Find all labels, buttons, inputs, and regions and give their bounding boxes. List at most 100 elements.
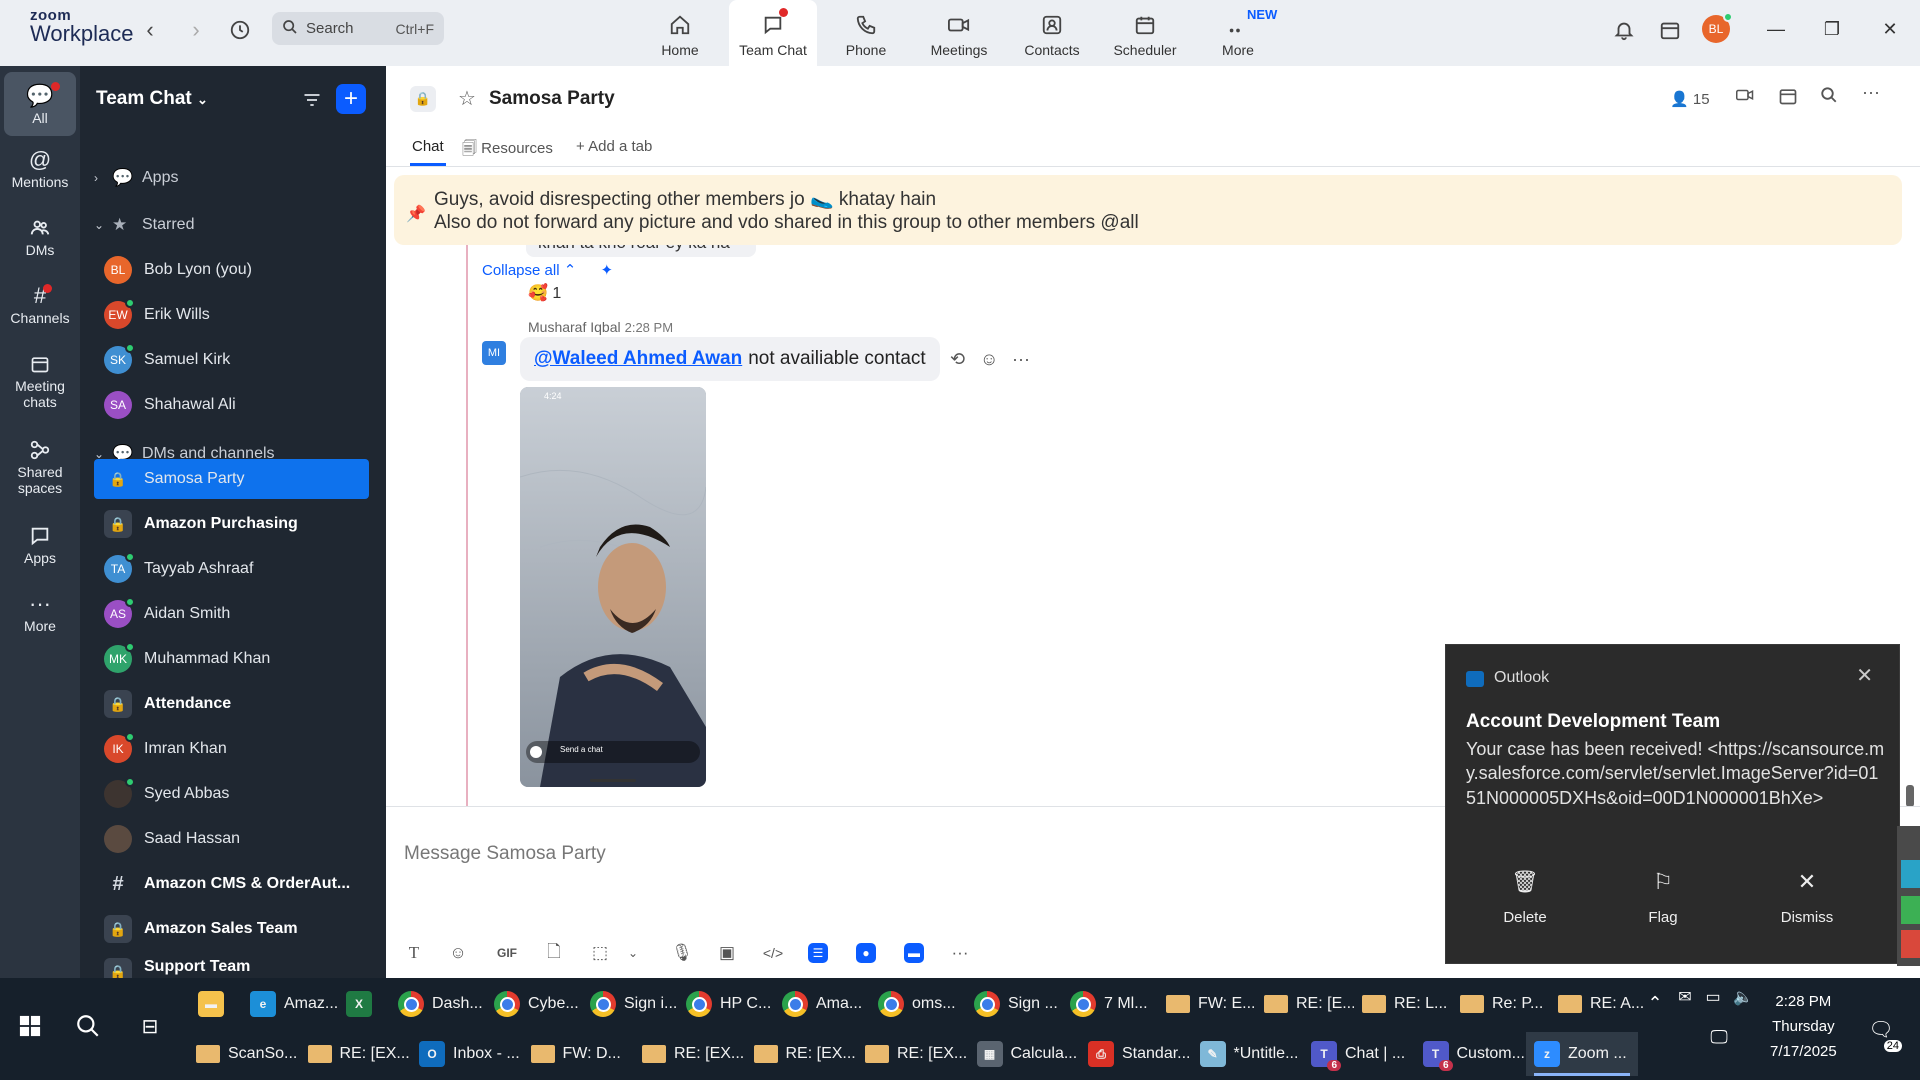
- nav-meetings[interactable]: Meetings: [915, 0, 1003, 66]
- notification-toast[interactable]: Outlook ✕ Account Development Team Your …: [1445, 644, 1900, 964]
- taskbar-app[interactable]: RE: [EX...: [857, 1032, 969, 1076]
- taskbar-app[interactable]: T 6 Custom...: [1415, 1032, 1527, 1076]
- emoji-icon[interactable]: ☺: [448, 941, 468, 965]
- history-icon[interactable]: [224, 14, 256, 46]
- filter-icon[interactable]: [298, 86, 326, 114]
- sidebar-item-samosa-party[interactable]: 🔒 Samosa Party: [94, 459, 369, 499]
- rail-apps[interactable]: Apps: [4, 522, 76, 566]
- section-apps[interactable]: › 💬 Apps: [94, 158, 369, 198]
- format-text-icon[interactable]: T: [404, 941, 424, 965]
- sender-name[interactable]: Musharaf Iqbal: [528, 319, 621, 335]
- restore-button[interactable]: ❐: [1812, 14, 1852, 44]
- nav-scheduler[interactable]: Scheduler: [1101, 0, 1189, 66]
- collapse-all-button[interactable]: Collapse all ⌃ ✦: [482, 261, 613, 279]
- taskbar-app[interactable]: Dash...: [390, 982, 486, 1026]
- taskbar-clock[interactable]: 2:28 PM Thursday 7/17/2025: [1770, 990, 1837, 1064]
- taskbar-app[interactable]: FW: D...: [523, 1032, 635, 1076]
- mention-link[interactable]: @Waleed Ahmed Awan: [534, 348, 742, 369]
- tab-resources[interactable]: 🗐 Resources: [462, 138, 553, 163]
- taskbar-app[interactable]: ▦ Calcula...: [969, 1032, 1081, 1076]
- rail-more[interactable]: ··· More: [4, 590, 76, 634]
- battery-icon[interactable]: ▭: [1702, 984, 1724, 1010]
- sidebar-title[interactable]: Team Chat ⌄: [96, 88, 208, 110]
- rail-dms[interactable]: DMs: [4, 214, 76, 258]
- search-bar[interactable]: Search Ctrl+F: [272, 12, 444, 45]
- message-input[interactable]: [404, 839, 1304, 869]
- volume-icon[interactable]: 🔈: [1730, 984, 1756, 1010]
- sidebar-item-attendance[interactable]: 🔒 Attendance: [94, 684, 369, 724]
- more-icon[interactable]: ···: [948, 941, 972, 965]
- reply-icon[interactable]: ⟲: [950, 349, 965, 370]
- close-icon[interactable]: ✕: [1856, 663, 1873, 688]
- back-arrow-icon[interactable]: ‹: [134, 14, 166, 46]
- rail-shared-spaces[interactable]: Shared spaces: [4, 436, 76, 496]
- emoji-react-icon[interactable]: ☺: [980, 349, 998, 370]
- tab-add[interactable]: + Add a tab: [576, 138, 652, 155]
- taskbar-app[interactable]: e Amaz...: [242, 982, 338, 1026]
- taskbar-app[interactable]: HP C...: [678, 982, 774, 1026]
- mail-tray-icon[interactable]: ✉: [1674, 984, 1696, 1010]
- rail-all[interactable]: 💬 All: [4, 72, 76, 136]
- search-icon[interactable]: [1820, 86, 1838, 109]
- pinned-message[interactable]: 📌 Guys, avoid disrespecting other member…: [394, 175, 1902, 245]
- rail-mentions[interactable]: @ Mentions: [4, 146, 76, 190]
- sidebar-item-muhammad-khan[interactable]: MK Muhammad Khan: [94, 639, 369, 679]
- sidebar-item-aidan-smith[interactable]: AS Aidan Smith: [94, 594, 369, 634]
- app-icon-1[interactable]: ☰: [808, 943, 828, 963]
- more-options-icon[interactable]: ···: [1862, 82, 1880, 103]
- taskbar-app[interactable]: z Zoom ...: [1526, 1032, 1638, 1076]
- task-view-icon[interactable]: ⊟: [132, 1008, 168, 1044]
- delete-button[interactable]: 🗑 Delete: [1470, 869, 1580, 926]
- nav-contacts[interactable]: Contacts: [1008, 0, 1096, 66]
- file-icon[interactable]: 🗋: [544, 941, 564, 965]
- schedule-icon[interactable]: [1778, 86, 1798, 111]
- sidebar-item-saad-hassan[interactable]: Saad Hassan: [94, 819, 369, 859]
- nav-phone[interactable]: Phone: [822, 0, 910, 66]
- sidebar-item-shahawal-ali[interactable]: SA Shahawal Ali: [94, 385, 369, 425]
- sidebar-item-tayyab-ashraaf[interactable]: TA Tayyab Ashraaf: [94, 549, 369, 589]
- user-avatar[interactable]: BL: [1702, 12, 1733, 43]
- taskbar-app[interactable]: RE: [EX...: [746, 1032, 858, 1076]
- taskbar-app[interactable]: 7 Ml...: [1062, 982, 1158, 1026]
- tab-chat[interactable]: Chat: [412, 138, 444, 155]
- taskbar-app[interactable]: RE: [E...: [1256, 982, 1354, 1026]
- calendar-shortcut-icon[interactable]: [1654, 14, 1686, 46]
- taskbar-app[interactable]: RE: A...: [1550, 982, 1648, 1026]
- rail-meeting-chats[interactable]: Meeting chats: [4, 350, 76, 410]
- nav-home[interactable]: Home: [636, 0, 724, 66]
- chevron-down-icon[interactable]: ⌄: [626, 941, 640, 965]
- video-call-icon[interactable]: [1734, 86, 1756, 109]
- sidebar-item-imran-khan[interactable]: IK Imran Khan: [94, 729, 369, 769]
- minimize-button[interactable]: —: [1756, 14, 1796, 44]
- notification-center-icon[interactable]: 🗨 24: [1864, 1012, 1902, 1052]
- nav-team-chat[interactable]: Team Chat: [729, 0, 817, 66]
- sidebar-item-support-team[interactable]: 🔒 Support Team: [94, 954, 369, 978]
- avatar[interactable]: MI: [482, 341, 506, 365]
- close-window-button[interactable]: ✕: [1870, 14, 1910, 44]
- sidebar-item-amazon-sales-team[interactable]: 🔒 Amazon Sales Team: [94, 909, 369, 949]
- sidebar-item-syed-abbas[interactable]: Syed Abbas: [94, 774, 369, 814]
- microphone-icon[interactable]: 🎙: [671, 941, 693, 965]
- reaction-chip[interactable]: 🥰 1: [528, 283, 561, 303]
- taskbar-app[interactable]: Sign ...: [966, 982, 1062, 1026]
- taskbar-app[interactable]: ▬: [190, 982, 242, 1026]
- taskbar-app[interactable]: Cybe...: [486, 982, 582, 1026]
- taskbar-app[interactable]: FW: E...: [1158, 982, 1256, 1026]
- network-icon[interactable]: 🖵: [1704, 1022, 1734, 1052]
- bell-icon[interactable]: [1608, 14, 1640, 46]
- sidebar-item-amazon-cms[interactable]: # Amazon CMS & OrderAut...: [94, 864, 369, 904]
- taskbar-app[interactable]: T 6 Chat | ...: [1303, 1032, 1415, 1076]
- video-clip-icon[interactable]: ▣: [716, 941, 738, 965]
- taskbar-app[interactable]: RE: L...: [1354, 982, 1452, 1026]
- taskbar-app[interactable]: ScanSo...: [188, 1032, 300, 1076]
- channel-title[interactable]: Samosa Party: [489, 88, 615, 110]
- members-button[interactable]: 👤 15: [1670, 90, 1710, 108]
- new-chat-button[interactable]: +: [336, 84, 366, 114]
- taskbar-app[interactable]: Re: P...: [1452, 982, 1550, 1026]
- dismiss-button[interactable]: ✕ Dismiss: [1752, 869, 1862, 926]
- shared-photo[interactable]: 4:24 Send a chat: [520, 387, 706, 787]
- taskbar-app[interactable]: RE: [EX...: [634, 1032, 746, 1076]
- taskbar-app[interactable]: ⎙ Standar...: [1080, 1032, 1192, 1076]
- app-icon-3[interactable]: ▬: [904, 943, 924, 963]
- search-icon[interactable]: [70, 1008, 106, 1044]
